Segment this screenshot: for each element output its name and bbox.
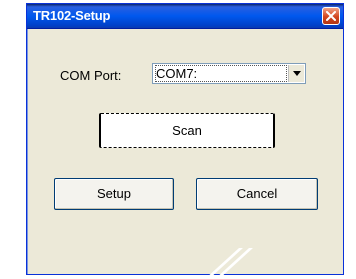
title-bar[interactable]: TR102-Setup [27,4,343,29]
scan-button[interactable]: Scan [99,113,275,148]
com-port-value: COM7: [155,65,287,82]
window-title: TR102-Setup [33,8,111,23]
dropdown-button[interactable] [288,65,304,82]
close-icon [326,11,336,21]
setup-button[interactable]: Setup [54,178,174,210]
watermark-logo [205,248,253,279]
dialog-body: COM Port: COM7: Scan Setup Cancel [30,29,340,271]
cancel-button[interactable]: Cancel [196,178,318,210]
chevron-down-icon [293,71,301,76]
com-port-label: COM Port: [60,68,122,83]
setup-dialog: TR102-Setup COM Port: COM7: Scan Setup C… [26,3,344,275]
com-port-select[interactable]: COM7: [152,63,306,84]
close-button[interactable] [322,7,340,25]
